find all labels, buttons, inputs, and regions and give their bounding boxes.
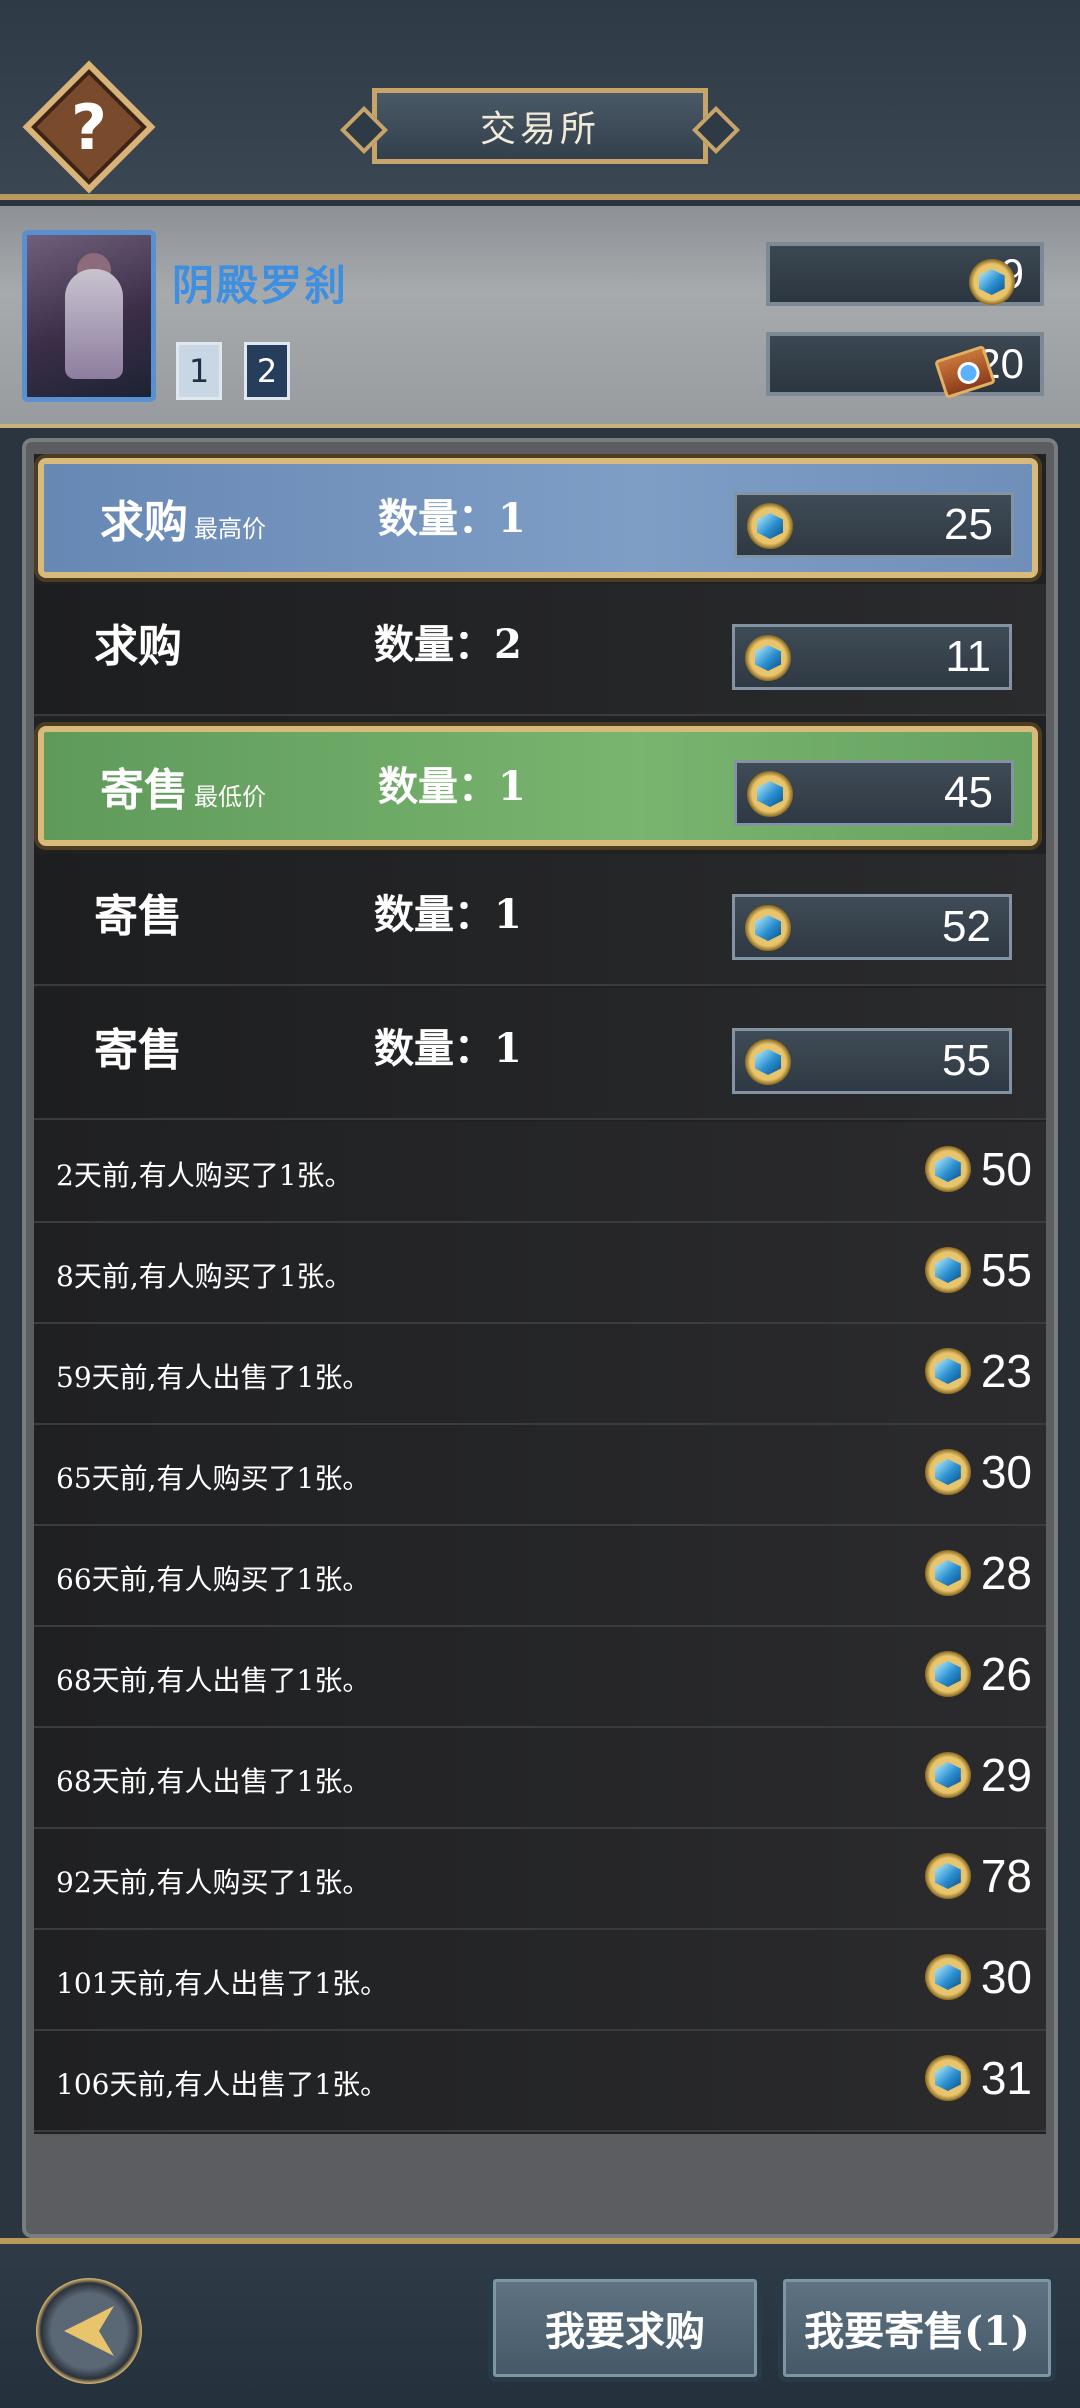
question-icon[interactable]: ?	[42, 80, 136, 174]
history-price: 50	[924, 1142, 1032, 1196]
order-type: 求购	[94, 621, 182, 672]
order-price: 25	[734, 492, 1014, 558]
gem-coin-icon	[924, 1550, 971, 1596]
history-price: 26	[924, 1647, 1032, 1701]
gem-coin-icon	[745, 1039, 791, 1085]
history-price: 23	[924, 1344, 1032, 1398]
history-text: 59天前,有人出售了1张。	[56, 1361, 371, 1394]
order-price: 55	[732, 1028, 1012, 1094]
order-price: 45	[734, 760, 1014, 826]
history-text: 106天前,有人出售了1张。	[56, 2068, 389, 2101]
gem-coin-icon	[924, 1752, 971, 1798]
history-row: 68天前,有人出售了1张。 29	[34, 1728, 1046, 1829]
sell-order-row-best[interactable]: 寄售 最低价 数量：1 45	[38, 726, 1038, 846]
gem-coin-icon	[747, 503, 793, 549]
order-type: 求购 最高价	[100, 497, 266, 548]
history-text: 92天前,有人购买了1张。	[56, 1866, 371, 1899]
gem-coin-icon	[924, 1651, 971, 1697]
history-row: 8天前,有人购买了1张。 55	[34, 1223, 1046, 1324]
post-sell-order-button[interactable]: 我要寄售(1)	[778, 2274, 1056, 2382]
history-row: 92天前,有人购买了1张。 78	[34, 1829, 1046, 1930]
order-type: 寄售	[94, 891, 182, 942]
order-price: 52	[732, 894, 1012, 960]
history-price: 31	[924, 2051, 1032, 2105]
history-price: 30	[924, 1950, 1032, 2004]
history-text: 8天前,有人购买了1张。	[56, 1260, 353, 1293]
sell-order-row[interactable]: 寄售 数量：1 55	[34, 988, 1046, 1120]
sell-order-row[interactable]: 寄售 数量：1 52	[34, 854, 1046, 986]
history-price: 28	[924, 1546, 1032, 1600]
gem-currency-display: 9	[766, 242, 1044, 306]
history-text: 2天前,有人购买了1张。	[56, 1159, 353, 1192]
gem-coin-icon	[924, 1146, 971, 1192]
page-title: 交易所	[372, 88, 708, 164]
post-buy-order-button[interactable]: 我要求购	[488, 2274, 762, 2382]
gem-coin-icon	[968, 259, 1015, 305]
history-row: 2天前,有人购买了1张。 50	[34, 1122, 1046, 1223]
order-quantity: 数量：1	[378, 763, 526, 810]
order-quantity: 数量：1	[378, 495, 526, 542]
buy-order-row-best[interactable]: 求购 最高价 数量：1 25	[38, 458, 1038, 578]
history-price: 78	[924, 1849, 1032, 1903]
card-portrait[interactable]	[22, 230, 156, 402]
order-type: 寄售	[94, 1025, 182, 1076]
history-row: 68天前,有人出售了1张。 26	[34, 1627, 1046, 1728]
history-text: 68天前,有人出售了1张。	[56, 1664, 371, 1697]
history-row: 66天前,有人购买了1张。 28	[34, 1526, 1046, 1627]
order-quantity: 数量：1	[374, 1025, 522, 1072]
level-tab-1[interactable]: 1	[176, 342, 222, 400]
level-tab-2[interactable]: 2	[244, 342, 290, 400]
gem-coin-icon	[924, 1853, 971, 1899]
history-price: 55	[924, 1243, 1032, 1297]
gem-coin-icon	[924, 1348, 971, 1394]
history-row: 59天前,有人出售了1张。 23	[34, 1324, 1046, 1425]
history-text: 66天前,有人购买了1张。	[56, 1563, 371, 1596]
card-name: 阴殿罗刹	[172, 261, 349, 310]
lowest-price-tag: 最低价	[194, 783, 266, 811]
order-quantity: 数量：2	[374, 621, 522, 668]
portrait-figure	[65, 269, 123, 379]
order-quantity: 数量：1	[374, 891, 522, 938]
gem-coin-icon	[745, 905, 791, 951]
history-price: 30	[924, 1445, 1032, 1499]
history-text: 68天前,有人出售了1张。	[56, 1765, 371, 1798]
gem-coin-icon	[747, 771, 793, 817]
history-row: 106天前,有人出售了1张。 31	[34, 2031, 1046, 2132]
gem-coin-icon	[924, 1954, 971, 2000]
history-text: 65天前,有人购买了1张。	[56, 1462, 371, 1495]
gem-coin-icon	[745, 635, 791, 681]
ticket-currency-display: 20	[766, 332, 1044, 400]
gem-coin-icon	[924, 2055, 971, 2101]
order-type: 寄售 最低价	[100, 765, 266, 816]
order-price: 11	[732, 624, 1012, 690]
history-row: 101天前,有人出售了1张。 30	[34, 1930, 1046, 2031]
history-price: 29	[924, 1748, 1032, 1802]
gem-coin-icon	[924, 1449, 971, 1495]
history-text: 101天前,有人出售了1张。	[56, 1967, 389, 2000]
buy-order-row[interactable]: 求购 数量：2 11	[34, 584, 1046, 716]
history-row: 65天前,有人购买了1张。 30	[34, 1425, 1046, 1526]
gem-coin-icon	[924, 1247, 971, 1293]
best-price-tag: 最高价	[194, 515, 266, 543]
